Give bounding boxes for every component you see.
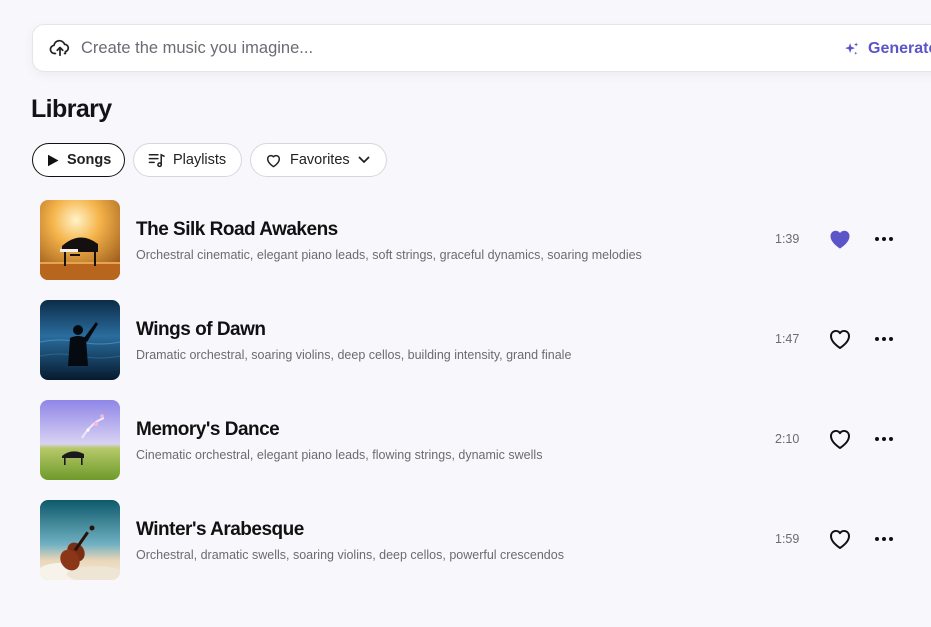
song-duration: 1:47 — [775, 332, 800, 346]
song-title[interactable]: Wings of Dawn — [136, 319, 266, 341]
upload-cloud-icon[interactable] — [49, 38, 71, 58]
song-list: The Silk Road Awakens Orchestral cinemat… — [0, 190, 931, 590]
song-row[interactable]: Wings of Dawn Dramatic orchestral, soari… — [0, 290, 931, 390]
heart-filled-icon[interactable] — [828, 228, 852, 250]
song-row[interactable]: Winter's Arabesque Orchestral, dramatic … — [0, 490, 931, 590]
song-row[interactable]: Memory's Dance Cinematic orchestral, ele… — [0, 390, 931, 490]
prompt-input[interactable] — [81, 35, 781, 61]
more-options-icon[interactable] — [873, 228, 895, 250]
page-title: Library — [31, 95, 112, 123]
song-title[interactable]: Winter's Arabesque — [136, 519, 304, 541]
song-cover-image[interactable] — [40, 500, 120, 580]
song-tags: Orchestral cinematic, elegant piano lead… — [136, 248, 642, 262]
song-tags: Dramatic orchestral, soaring violins, de… — [136, 348, 572, 362]
filter-favorites-chip[interactable]: Favorites — [250, 143, 387, 177]
song-duration: 1:39 — [775, 232, 800, 246]
prompt-bar: Generate — [32, 24, 931, 72]
song-tags: Orchestral, dramatic swells, soaring vio… — [136, 548, 564, 562]
sparkles-icon — [845, 41, 859, 55]
song-title[interactable]: The Silk Road Awakens — [136, 219, 338, 241]
more-options-icon[interactable] — [873, 428, 895, 450]
generate-button[interactable]: Generate — [843, 35, 931, 63]
song-duration: 2:10 — [775, 432, 800, 446]
playlist-icon — [148, 153, 165, 168]
filter-label: Playlists — [173, 152, 227, 168]
heart-outline-icon[interactable] — [828, 428, 852, 450]
song-cover-image[interactable] — [40, 400, 120, 480]
filter-label: Songs — [67, 152, 112, 168]
song-cover-image[interactable] — [40, 200, 120, 280]
filter-label: Favorites — [290, 152, 350, 168]
heart-outline-icon[interactable] — [828, 528, 852, 550]
heart-outline-icon[interactable] — [828, 328, 852, 350]
more-options-icon[interactable] — [873, 328, 895, 350]
song-duration: 1:59 — [775, 532, 800, 546]
chevron-down-icon — [358, 156, 370, 163]
heart-icon — [266, 154, 281, 167]
song-title[interactable]: Memory's Dance — [136, 419, 280, 441]
generate-label: Generate — [868, 40, 931, 57]
more-options-icon[interactable] — [873, 528, 895, 550]
filter-playlists-chip[interactable]: Playlists — [133, 143, 242, 177]
song-cover-image[interactable] — [40, 300, 120, 380]
song-tags: Cinematic orchestral, elegant piano lead… — [136, 448, 543, 462]
song-row[interactable]: The Silk Road Awakens Orchestral cinemat… — [0, 190, 931, 290]
play-icon — [48, 154, 59, 166]
filter-songs-chip[interactable]: Songs — [32, 143, 125, 177]
